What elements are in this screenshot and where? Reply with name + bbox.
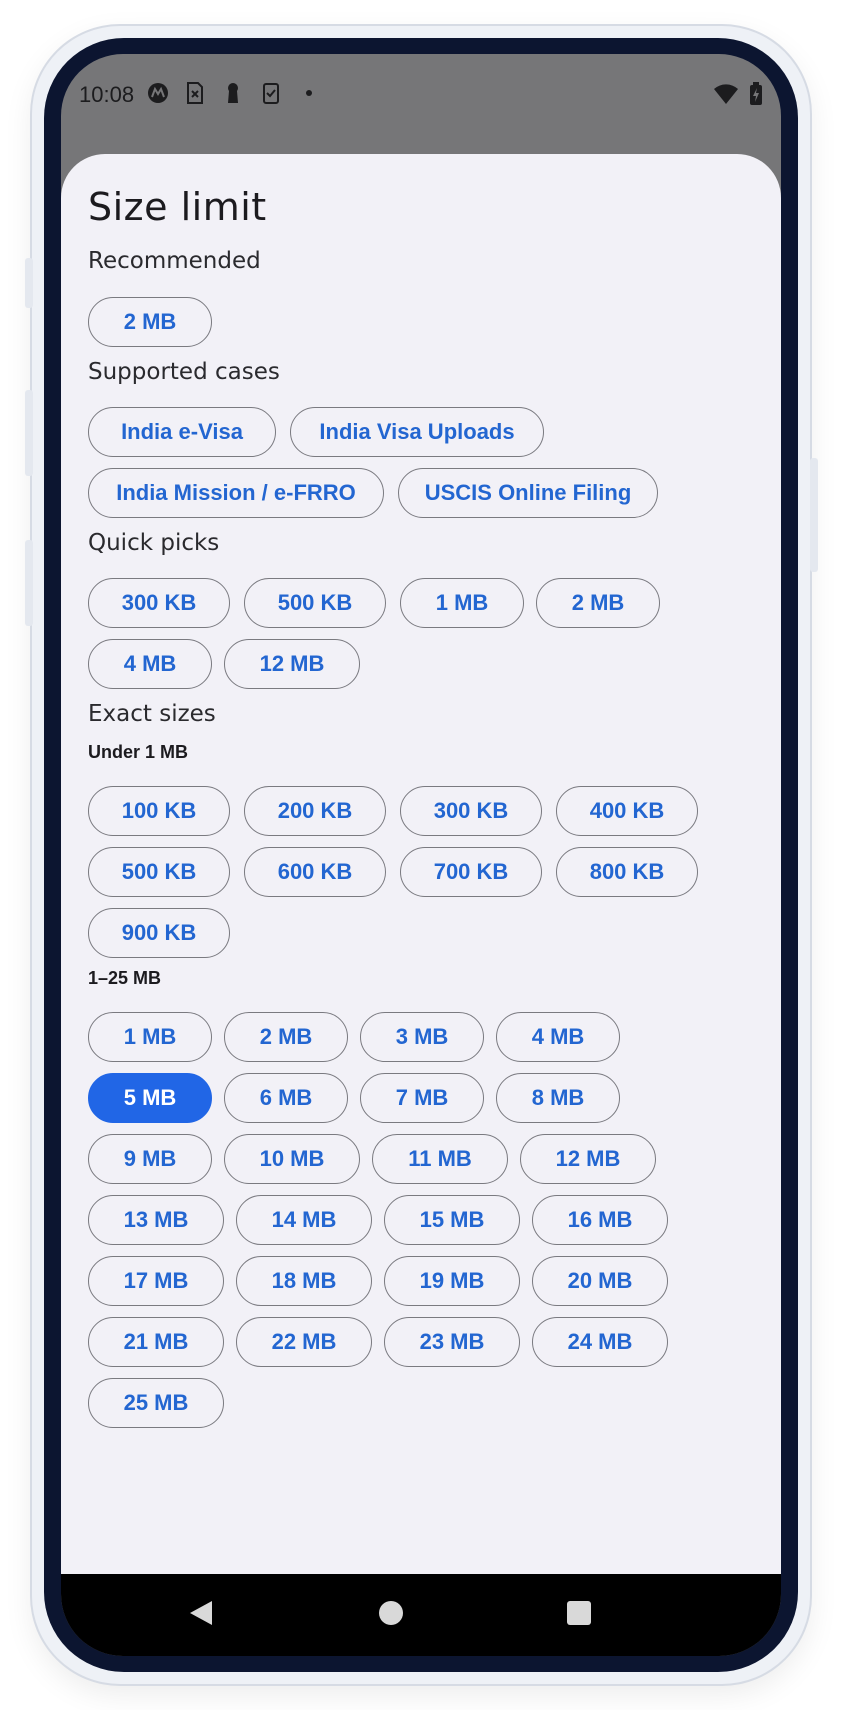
chip-exact-11mb[interactable]: 11 MB bbox=[372, 1134, 508, 1184]
chip-quick-4mb[interactable]: 4 MB bbox=[88, 639, 212, 689]
status-time: 10:08 bbox=[79, 82, 135, 107]
chip-exact-10mb[interactable]: 10 MB bbox=[224, 1134, 360, 1184]
wifi-icon bbox=[713, 83, 739, 111]
chip-exact-2mb[interactable]: 2 MB bbox=[224, 1012, 348, 1062]
back-icon bbox=[188, 1599, 214, 1632]
chip-exact-18mb[interactable]: 18 MB bbox=[236, 1256, 372, 1306]
back-button[interactable] bbox=[161, 1574, 241, 1656]
chip-exact-6mb[interactable]: 6 MB bbox=[224, 1073, 348, 1123]
navigation-bar bbox=[61, 1574, 781, 1656]
motorola-icon bbox=[147, 82, 168, 104]
chip-exact-5mb-selected[interactable]: 5 MB bbox=[88, 1073, 212, 1123]
phone-side-button bbox=[25, 258, 33, 308]
chip-uscis-online-filing[interactable]: USCIS Online Filing bbox=[398, 468, 658, 518]
chip-exact-7mb[interactable]: 7 MB bbox=[360, 1073, 484, 1123]
chip-exact-9mb[interactable]: 9 MB bbox=[88, 1134, 212, 1184]
keyhole-icon bbox=[223, 82, 243, 104]
chip-exact-700kb[interactable]: 700 KB bbox=[400, 847, 542, 897]
chip-quick-2mb[interactable]: 2 MB bbox=[536, 578, 660, 628]
sheet-title: Size limit bbox=[88, 185, 267, 229]
chip-exact-200kb[interactable]: 200 KB bbox=[244, 786, 386, 836]
phone-side-button bbox=[810, 458, 818, 572]
chip-exact-8mb[interactable]: 8 MB bbox=[496, 1073, 620, 1123]
chip-exact-100kb[interactable]: 100 KB bbox=[88, 786, 230, 836]
chip-exact-900kb[interactable]: 900 KB bbox=[88, 908, 230, 958]
chip-exact-500kb[interactable]: 500 KB bbox=[88, 847, 230, 897]
chip-exact-19mb[interactable]: 19 MB bbox=[384, 1256, 520, 1306]
chip-exact-17mb[interactable]: 17 MB bbox=[88, 1256, 224, 1306]
subsection-under-1mb: Under 1 MB bbox=[88, 742, 189, 762]
chip-exact-15mb[interactable]: 15 MB bbox=[384, 1195, 520, 1245]
chip-exact-300kb[interactable]: 300 KB bbox=[400, 786, 542, 836]
chip-quick-12mb[interactable]: 12 MB bbox=[224, 639, 360, 689]
sim-off-icon bbox=[185, 82, 205, 104]
recents-button[interactable] bbox=[539, 1574, 619, 1656]
status-bar: 10:08 bbox=[61, 54, 781, 154]
chip-india-mission-efrro[interactable]: India Mission / e-FRRO bbox=[88, 468, 384, 518]
section-supported: Supported cases bbox=[88, 359, 280, 385]
battery-charging-icon bbox=[749, 82, 763, 112]
chip-exact-14mb[interactable]: 14 MB bbox=[236, 1195, 372, 1245]
chip-exact-20mb[interactable]: 20 MB bbox=[532, 1256, 668, 1306]
chip-exact-21mb[interactable]: 21 MB bbox=[88, 1317, 224, 1367]
chip-exact-25mb[interactable]: 25 MB bbox=[88, 1378, 224, 1428]
phone-side-button bbox=[25, 540, 33, 626]
chip-quick-300kb[interactable]: 300 KB bbox=[88, 578, 230, 628]
chip-recommended-2mb[interactable]: 2 MB bbox=[88, 297, 212, 347]
chip-india-evisa[interactable]: India e-Visa bbox=[88, 407, 276, 457]
clipboard-icon bbox=[261, 82, 281, 104]
chip-quick-500kb[interactable]: 500 KB bbox=[244, 578, 386, 628]
home-button[interactable] bbox=[351, 1574, 431, 1656]
section-recommended: Recommended bbox=[88, 248, 261, 274]
chip-exact-22mb[interactable]: 22 MB bbox=[236, 1317, 372, 1367]
screen: 10:08 Size limit Recommended 2 MB Suppor… bbox=[61, 54, 781, 1656]
chip-exact-24mb[interactable]: 24 MB bbox=[532, 1317, 668, 1367]
subsection-1-25mb: 1–25 MB bbox=[88, 968, 162, 988]
chip-exact-23mb[interactable]: 23 MB bbox=[384, 1317, 520, 1367]
size-limit-sheet: Size limit Recommended 2 MB Supported ca… bbox=[61, 154, 781, 1574]
section-exact-sizes: Exact sizes bbox=[88, 701, 216, 727]
chip-exact-800kb[interactable]: 800 KB bbox=[556, 847, 698, 897]
section-quick-picks: Quick picks bbox=[88, 530, 220, 556]
phone-side-button bbox=[25, 390, 33, 476]
chip-exact-1mb[interactable]: 1 MB bbox=[88, 1012, 212, 1062]
chip-exact-4mb[interactable]: 4 MB bbox=[496, 1012, 620, 1062]
home-icon bbox=[378, 1600, 404, 1631]
chip-quick-1mb[interactable]: 1 MB bbox=[400, 578, 524, 628]
chip-exact-400kb[interactable]: 400 KB bbox=[556, 786, 698, 836]
chip-exact-3mb[interactable]: 3 MB bbox=[360, 1012, 484, 1062]
chip-exact-16mb[interactable]: 16 MB bbox=[532, 1195, 668, 1245]
dot-icon bbox=[299, 82, 319, 104]
status-right bbox=[713, 82, 763, 112]
chip-india-visa-uploads[interactable]: India Visa Uploads bbox=[290, 407, 544, 457]
status-icons bbox=[147, 82, 319, 104]
chip-exact-13mb[interactable]: 13 MB bbox=[88, 1195, 224, 1245]
chip-exact-12mb[interactable]: 12 MB bbox=[520, 1134, 656, 1184]
chip-exact-600kb[interactable]: 600 KB bbox=[244, 847, 386, 897]
recents-icon bbox=[566, 1600, 592, 1631]
